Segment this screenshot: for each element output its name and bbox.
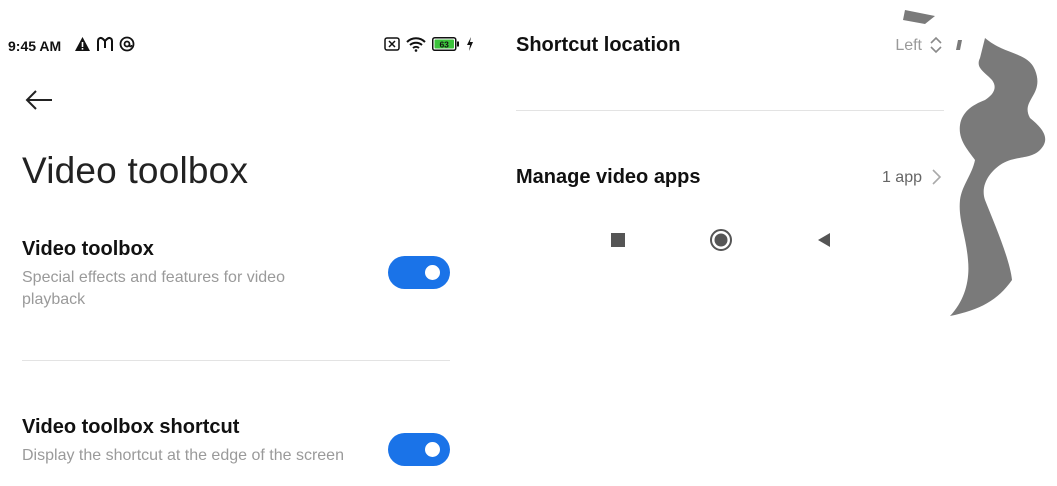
setting-description: Display the shortcut at the edge of the … bbox=[22, 447, 344, 464]
manage-video-apps-value: 1 app bbox=[881, 169, 922, 186]
back-arrow-icon bbox=[25, 90, 52, 110]
nav-back-button[interactable] bbox=[810, 226, 838, 254]
status-right-icons: 63 bbox=[384, 36, 474, 52]
home-button[interactable] bbox=[707, 226, 735, 254]
setting-description: Special effects and features for video p… bbox=[22, 269, 285, 308]
shortcut-location-row[interactable]: Shortcut location Left bbox=[516, 32, 944, 62]
chevron-right-icon bbox=[932, 169, 942, 185]
navigation-bar bbox=[600, 226, 840, 254]
manage-video-apps-row[interactable]: Manage video apps 1 app bbox=[516, 164, 944, 194]
setting-title: Video toolbox shortcut bbox=[22, 416, 240, 438]
divider bbox=[22, 360, 450, 361]
back-triangle-icon bbox=[818, 233, 830, 247]
back-button[interactable] bbox=[24, 88, 54, 112]
status-left-icons bbox=[74, 36, 135, 52]
wifi-icon bbox=[406, 36, 426, 52]
status-bar: 9:45 AM 63 bbox=[8, 36, 474, 58]
page-title: Video toolbox bbox=[22, 150, 249, 191]
shortcut-location-label: Shortcut location bbox=[516, 34, 681, 56]
toggle-knob bbox=[425, 265, 440, 280]
setting-video-toolbox: Video toolbox Special effects and featur… bbox=[22, 238, 450, 311]
warning-icon bbox=[74, 36, 91, 52]
up-down-chevron-icon bbox=[930, 36, 942, 54]
home-icon bbox=[710, 229, 732, 251]
setting-title: Video toolbox bbox=[22, 238, 154, 260]
video-toolbox-toggle[interactable] bbox=[388, 256, 450, 289]
sim-x-icon bbox=[384, 37, 400, 51]
charging-icon bbox=[466, 37, 474, 51]
setting-video-toolbox-shortcut: Video toolbox shortcut Display the short… bbox=[22, 416, 450, 467]
status-time: 9:45 AM bbox=[8, 38, 62, 54]
at-circle-icon bbox=[119, 36, 135, 52]
manage-video-apps-label: Manage video apps bbox=[516, 166, 701, 188]
recents-icon bbox=[611, 233, 625, 247]
shortcut-location-value: Left bbox=[895, 37, 922, 54]
battery-icon: 63 bbox=[432, 37, 460, 51]
recents-button[interactable] bbox=[604, 226, 632, 254]
divider bbox=[516, 110, 944, 111]
video-toolbox-shortcut-toggle[interactable] bbox=[388, 433, 450, 466]
svg-text:63: 63 bbox=[439, 39, 449, 49]
m-logo-icon bbox=[96, 36, 114, 52]
toggle-knob bbox=[425, 442, 440, 457]
